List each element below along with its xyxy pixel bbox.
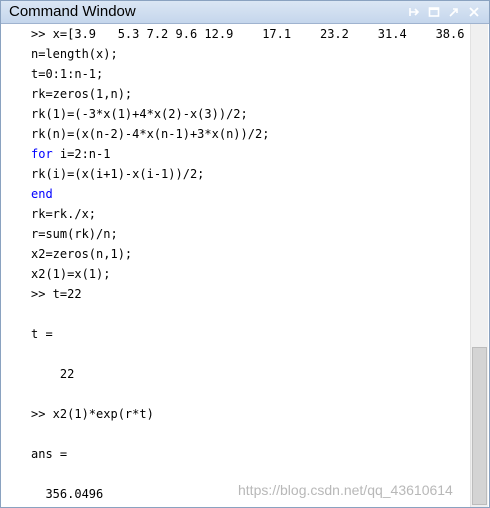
window-title: Command Window <box>9 3 136 20</box>
window-controls <box>407 5 481 19</box>
maximize-icon[interactable] <box>427 5 441 19</box>
code-line: rk(n)=(x(n-2)-4*x(n-1)+3*x(n))/2; <box>31 127 270 141</box>
code-line: n=length(x); <box>31 47 118 61</box>
vertical-scrollbar[interactable] <box>470 24 488 507</box>
watermark: https://blog.csdn.net/qq_43610614 <box>238 482 453 498</box>
code-line: x2=zeros(n,1); <box>31 247 133 261</box>
keyword-end: end <box>31 187 53 201</box>
code-line: x2(1)=x(1); <box>31 267 111 281</box>
output-variable-label: ans = <box>31 447 68 461</box>
code-line: t=0:1:n-1; <box>31 67 104 81</box>
pin-icon[interactable] <box>407 5 421 19</box>
command-prompt-line: >> x2(1)*exp(r*t) <box>31 407 154 421</box>
code-line: rk=zeros(1,n); <box>31 87 133 101</box>
code-line: rk(i)=(x(i+1)-x(i-1))/2; <box>31 167 205 181</box>
command-prompt-line: >> t=22 <box>31 287 82 301</box>
output-value: 356.0496 <box>31 487 104 501</box>
scrollbar-thumb[interactable] <box>472 347 487 505</box>
code-line: >> x=[3.9 5.3 7.2 9.6 12.9 17.1 23.2 31.… <box>31 27 465 41</box>
command-output[interactable]: >> x=[3.9 5.3 7.2 9.6 12.9 17.1 23.2 31.… <box>1 24 471 507</box>
command-window: Command Window >> x=[3.9 5.3 7.2 9.6 12.… <box>0 0 490 508</box>
code-line: r=sum(rk)/n; <box>31 227 118 241</box>
undock-icon[interactable] <box>447 5 461 19</box>
code-line: rk(1)=(-3*x(1)+4*x(2)-x(3))/2; <box>31 107 248 121</box>
for-range: i=2:n-1 <box>52 147 111 161</box>
close-icon[interactable] <box>467 5 481 19</box>
code-line: for i=2:n-1 <box>31 147 110 161</box>
output-value: 22 <box>31 367 75 381</box>
output-variable-label: t = <box>31 327 53 341</box>
keyword-for: for <box>31 147 53 161</box>
code-line: rk=rk./x; <box>31 207 97 221</box>
title-bar: Command Window <box>1 1 489 24</box>
